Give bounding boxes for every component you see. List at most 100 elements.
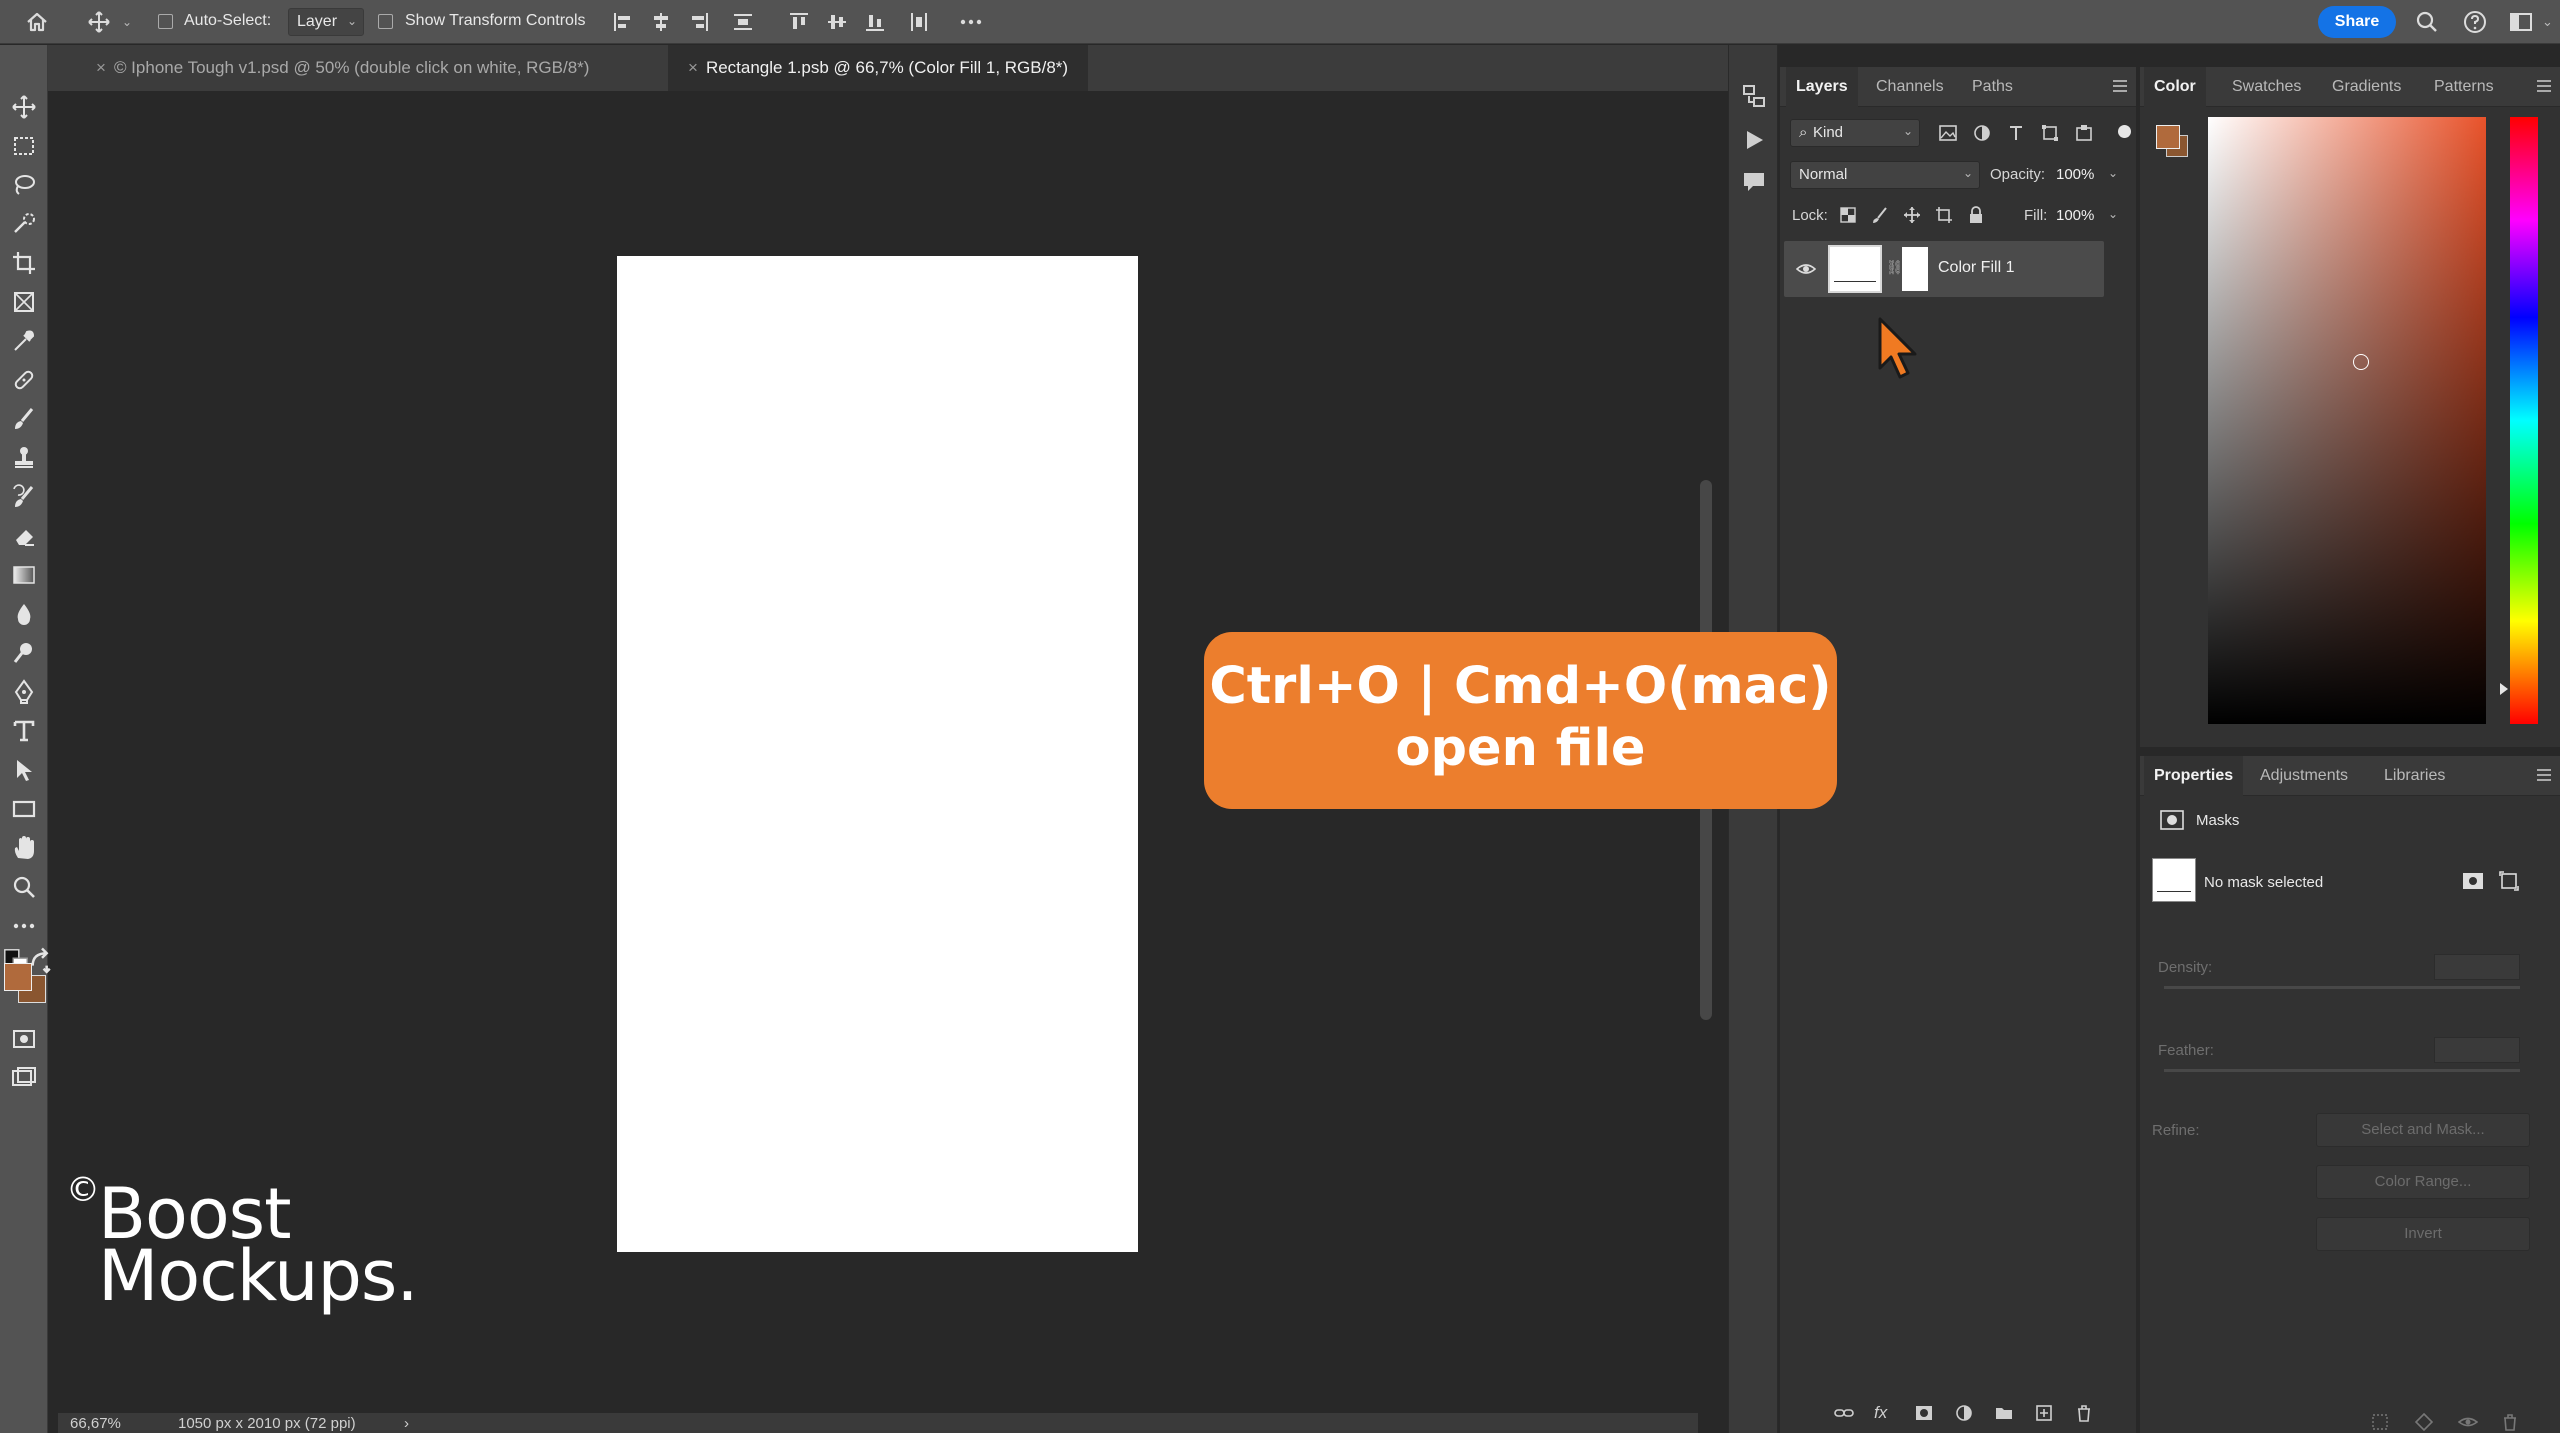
color-range-button[interactable]: Color Range...: [2316, 1165, 2530, 1199]
layer-row-color-fill-1[interactable]: ⛓ Color Fill 1: [1784, 241, 2104, 297]
link-layers-icon[interactable]: [1834, 1403, 1854, 1423]
select-and-mask-button[interactable]: Select and Mask...: [2316, 1113, 2530, 1147]
document-tab-rectangle[interactable]: × Rectangle 1.psb @ 66,7% (Color Fill 1, …: [668, 45, 1089, 91]
move-tool-icon[interactable]: [10, 93, 38, 121]
fill-chevron-icon[interactable]: ⌄: [2108, 207, 2118, 221]
layer-effects-icon[interactable]: fx: [1874, 1403, 1894, 1423]
align-bottom-icon[interactable]: [862, 9, 888, 35]
hue-slider[interactable]: [2510, 117, 2538, 724]
quick-mask-icon[interactable]: [10, 1025, 38, 1053]
show-transform-checkbox[interactable]: [378, 14, 393, 29]
delete-layer-icon[interactable]: [2074, 1403, 2094, 1423]
color-field[interactable]: [2208, 117, 2486, 724]
workspace-chevron-icon[interactable]: ⌄: [2542, 14, 2560, 40]
add-pixel-mask-icon[interactable]: [2462, 872, 2484, 890]
pixel-layer-filter-icon[interactable]: [1938, 123, 1958, 143]
add-mask-icon[interactable]: [1914, 1403, 1934, 1423]
blend-mode-dropdown[interactable]: Normal ⌄: [1790, 161, 1980, 189]
close-tab-icon[interactable]: ×: [96, 58, 106, 77]
lock-image-pixels-icon[interactable]: [1870, 205, 1890, 225]
type-layer-filter-icon[interactable]: [2006, 123, 2026, 143]
layer-name[interactable]: Color Fill 1: [1938, 259, 2014, 277]
move-tool-icon[interactable]: [86, 9, 112, 35]
feather-input[interactable]: [2434, 1037, 2520, 1063]
align-center-icon[interactable]: [648, 9, 674, 35]
actions-play-icon[interactable]: [1741, 127, 1767, 153]
hue-slider-handle[interactable]: [2500, 683, 2508, 695]
zoom-tool-icon[interactable]: [10, 873, 38, 901]
density-input[interactable]: [2434, 954, 2520, 980]
eyedropper-tool-icon[interactable]: [10, 327, 38, 355]
auto-select-target-dropdown[interactable]: Layer ⌄: [288, 8, 364, 36]
tab-layers[interactable]: Layers: [1786, 67, 1858, 107]
lock-artboard-icon[interactable]: [1934, 205, 1954, 225]
lock-transparent-pixels-icon[interactable]: [1838, 205, 1858, 225]
new-group-icon[interactable]: [1994, 1403, 2014, 1423]
apply-mask-icon[interactable]: [2414, 1412, 2434, 1432]
tab-patterns[interactable]: Patterns: [2424, 67, 2504, 107]
align-right-icon[interactable]: [686, 9, 712, 35]
add-vector-mask-icon[interactable]: [2498, 870, 2520, 892]
tab-swatches[interactable]: Swatches: [2222, 67, 2311, 107]
panel-menu-icon[interactable]: [2536, 79, 2552, 93]
clone-stamp-tool-icon[interactable]: [10, 444, 38, 472]
document-tab-iphone-tough[interactable]: × © Iphone Tough v1.psd @ 50% (double cli…: [76, 45, 609, 91]
distribute-vertical-icon[interactable]: [906, 9, 932, 35]
shape-layer-filter-icon[interactable]: [2040, 123, 2060, 143]
zoom-level[interactable]: 66,67%: [70, 1415, 121, 1432]
fill-value[interactable]: 100%: [2056, 207, 2094, 224]
history-brush-tool-icon[interactable]: [10, 483, 38, 511]
invert-button[interactable]: Invert: [2316, 1217, 2530, 1251]
comments-icon[interactable]: [1741, 169, 1767, 195]
align-left-icon[interactable]: [610, 9, 636, 35]
share-button[interactable]: Share: [2318, 6, 2396, 38]
smart-object-filter-icon[interactable]: [2074, 123, 2094, 143]
object-selection-tool-icon[interactable]: [10, 210, 38, 238]
document-canvas[interactable]: [617, 256, 1138, 1252]
workspace-icon[interactable]: [2508, 9, 2534, 35]
disable-mask-icon[interactable]: [2458, 1412, 2478, 1432]
history-icon[interactable]: [1741, 83, 1767, 109]
dodge-tool-icon[interactable]: [10, 639, 38, 667]
delete-mask-icon[interactable]: [2500, 1412, 2520, 1432]
more-options-icon[interactable]: [958, 9, 984, 35]
opacity-value[interactable]: 100%: [2056, 166, 2094, 183]
layer-filter-kind-dropdown[interactable]: ⌕ Kind ⌄: [1790, 119, 1920, 147]
distribute-icon[interactable]: [730, 9, 756, 35]
adjustment-layer-filter-icon[interactable]: [1972, 123, 1992, 143]
status-chevron-icon[interactable]: ›: [404, 1415, 409, 1432]
gradient-tool-icon[interactable]: [10, 561, 38, 589]
feather-slider[interactable]: [2164, 1069, 2520, 1072]
tab-gradients[interactable]: Gradients: [2322, 67, 2411, 107]
home-icon[interactable]: [24, 9, 50, 35]
lasso-tool-icon[interactable]: [10, 171, 38, 199]
color-picker-handle[interactable]: [2353, 354, 2369, 370]
foreground-color-swatch[interactable]: [4, 963, 32, 991]
pen-tool-icon[interactable]: [10, 678, 38, 706]
tab-paths[interactable]: Paths: [1962, 67, 2023, 107]
blur-tool-icon[interactable]: [10, 600, 38, 628]
brush-tool-icon[interactable]: [10, 405, 38, 433]
edit-toolbar-icon[interactable]: [10, 912, 38, 940]
frame-tool-icon[interactable]: [10, 288, 38, 316]
tool-preset-chevron-icon[interactable]: ⌄: [122, 15, 132, 29]
tab-color[interactable]: Color: [2144, 67, 2206, 107]
link-icon[interactable]: ⛓: [1886, 259, 1904, 279]
tab-channels[interactable]: Channels: [1866, 67, 1954, 107]
new-layer-icon[interactable]: [2034, 1403, 2054, 1423]
rectangle-tool-icon[interactable]: [10, 795, 38, 823]
load-selection-icon[interactable]: [2370, 1412, 2390, 1432]
healing-brush-tool-icon[interactable]: [10, 366, 38, 394]
eye-icon[interactable]: [1796, 260, 1816, 278]
marquee-tool-icon[interactable]: [10, 132, 38, 160]
align-top-icon[interactable]: [786, 9, 812, 35]
panel-menu-icon[interactable]: [2112, 79, 2128, 93]
lock-position-icon[interactable]: [1902, 205, 1922, 225]
align-middle-icon[interactable]: [824, 9, 850, 35]
crop-tool-icon[interactable]: [10, 249, 38, 277]
opacity-chevron-icon[interactable]: ⌄: [2108, 166, 2118, 180]
panel-menu-icon[interactable]: [2536, 768, 2552, 782]
density-slider[interactable]: [2164, 986, 2520, 989]
type-tool-icon[interactable]: [10, 717, 38, 745]
screen-mode-icon[interactable]: [10, 1064, 38, 1092]
